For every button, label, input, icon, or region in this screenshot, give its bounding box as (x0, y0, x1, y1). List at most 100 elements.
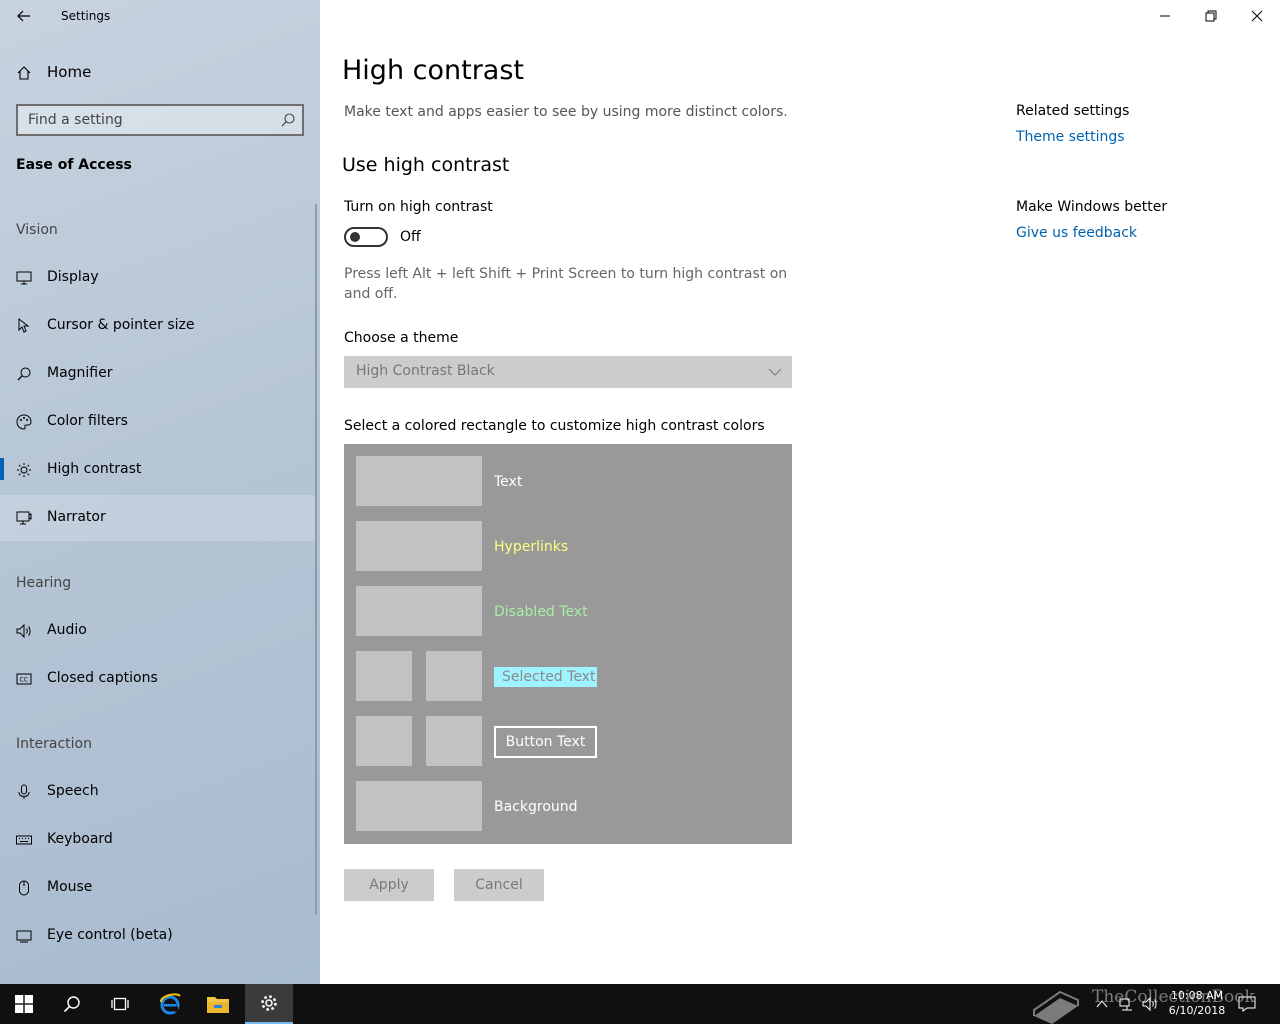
cancel-button[interactable]: Cancel (454, 869, 544, 901)
sidebar-item-label: Cursor & pointer size (47, 317, 195, 333)
tray-time: 10:08 AM (1170, 989, 1224, 1002)
sidebar-item-closed-captions[interactable]: CC Closed captions (0, 656, 316, 702)
chevron-down-icon (768, 368, 782, 376)
search-icon (63, 996, 80, 1013)
back-button[interactable] (8, 4, 40, 28)
button-text-fg-swatch[interactable] (356, 716, 412, 766)
sidebar-item-label: Display (47, 269, 99, 285)
close-icon (1251, 10, 1263, 22)
related-settings: Related settings Theme settings (1016, 103, 1129, 145)
selected-text-bg-swatch[interactable] (426, 651, 482, 701)
sidebar-scrollbar[interactable] (315, 204, 317, 914)
sidebar-item-color-filters[interactable]: Color filters (0, 399, 316, 445)
sidebar-item-label: Color filters (47, 413, 128, 429)
theme-dropdown-value: High Contrast Black (356, 363, 495, 379)
page-title: High contrast (342, 55, 524, 86)
sidebar-item-label: Narrator (47, 509, 106, 525)
restore-button[interactable] (1188, 0, 1234, 32)
sidebar-item-label: High contrast (47, 461, 142, 477)
taskbar: TheCollectionBook 10:08 AM 6/10/2018 (0, 984, 1280, 1024)
hyperlinks-color-swatch[interactable] (356, 521, 482, 571)
network-icon[interactable] (1118, 996, 1134, 1012)
toggle-label: Turn on high contrast (344, 199, 493, 215)
sidebar-item-label: Audio (47, 622, 87, 638)
color-palette: Text Hyperlinks Disabled Text Selected T… (344, 444, 792, 844)
volume-icon[interactable] (1142, 996, 1158, 1012)
sidebar-item-speech[interactable]: Speech (0, 769, 316, 815)
keyboard-icon (16, 835, 32, 845)
cursor-icon (18, 318, 30, 333)
disabled-text-color-swatch[interactable] (356, 586, 482, 636)
mouse-icon (19, 880, 29, 896)
sidebar-item-display[interactable]: Display (0, 255, 316, 301)
palette-disabled-text-label: Disabled Text (494, 604, 588, 620)
make-windows-better: Make Windows better Give us feedback (1016, 199, 1167, 241)
theme-dropdown[interactable]: High Contrast Black (344, 356, 792, 388)
minimize-button[interactable] (1142, 0, 1188, 32)
give-feedback-link[interactable]: Give us feedback (1016, 225, 1167, 241)
restore-icon (1205, 10, 1217, 22)
search-input[interactable] (18, 106, 268, 134)
minimize-icon (1160, 15, 1170, 17)
internet-explorer-icon (160, 993, 181, 1015)
display-icon (16, 271, 32, 285)
search-box[interactable] (16, 104, 304, 136)
apply-button[interactable]: Apply (344, 869, 434, 901)
sidebar-item-label: Magnifier (47, 365, 113, 381)
sidebar-item-eye-control[interactable]: Eye control (beta) (0, 913, 316, 959)
sidebar-item-audio[interactable]: Audio (0, 608, 316, 654)
settings-taskbar-button[interactable] (245, 984, 293, 1024)
edge-browser-button[interactable] (146, 984, 194, 1024)
shortcut-hint: Press left Alt + left Shift + Print Scre… (344, 266, 788, 302)
taskbar-search-button[interactable] (48, 984, 96, 1024)
section-title: Ease of Access (16, 157, 132, 173)
folder-icon (207, 997, 229, 1013)
palette-text-label: Text (494, 474, 523, 490)
sidebar: Settings Home Ease of Access Vision Disp… (0, 0, 320, 984)
sidebar-item-high-contrast[interactable]: High contrast (0, 447, 316, 493)
task-view-icon (111, 997, 129, 1011)
palette-hyperlinks-label: Hyperlinks (494, 539, 569, 555)
selected-text-fg-swatch[interactable] (356, 651, 412, 701)
sidebar-item-label: Eye control (beta) (47, 927, 173, 943)
palette-selected-text-label: Selected Text (494, 667, 597, 687)
narrator-icon (16, 511, 32, 525)
palette-background-label: Background (494, 799, 578, 815)
button-text-bg-swatch[interactable] (426, 716, 482, 766)
chevron-up-icon[interactable] (1096, 998, 1108, 1010)
group-label-interaction: Interaction (16, 736, 92, 752)
search-icon[interactable] (280, 112, 296, 128)
text-color-swatch[interactable] (356, 456, 482, 506)
theme-settings-link[interactable]: Theme settings (1016, 129, 1129, 145)
cc-icon: CC (16, 673, 32, 685)
sidebar-item-magnifier[interactable]: Magnifier (0, 351, 316, 397)
high-contrast-toggle[interactable] (344, 227, 388, 247)
sidebar-item-label: Home (47, 63, 92, 81)
app-title: Settings (61, 9, 111, 23)
tray-clock[interactable]: 10:08 AM 6/10/2018 (1164, 988, 1230, 1018)
start-button[interactable] (0, 984, 48, 1024)
sidebar-item-mouse[interactable]: Mouse (0, 865, 316, 911)
action-center-icon[interactable] (1238, 996, 1256, 1012)
magnifier-icon (17, 367, 31, 381)
make-windows-better-heading: Make Windows better (1016, 199, 1168, 215)
sun-icon (17, 463, 31, 477)
book-logo-icon (1033, 990, 1079, 1024)
task-view-button[interactable] (96, 984, 144, 1024)
sidebar-item-home[interactable]: Home (0, 56, 320, 90)
title-bar: Settings (0, 0, 320, 32)
microphone-icon (18, 784, 30, 799)
sidebar-item-label: Keyboard (47, 831, 113, 847)
page-description: Make text and apps easier to see by usin… (344, 104, 788, 120)
sidebar-item-cursor-pointer-size[interactable]: Cursor & pointer size (0, 303, 316, 349)
palette-icon (16, 414, 32, 430)
background-color-swatch[interactable] (356, 781, 482, 831)
sidebar-item-keyboard[interactable]: Keyboard (0, 817, 316, 863)
tray-date: 6/10/2018 (1168, 1004, 1226, 1017)
close-button[interactable] (1234, 0, 1280, 32)
home-icon (17, 66, 31, 80)
toggle-knob (350, 232, 360, 242)
sidebar-item-label: Closed captions (47, 670, 158, 686)
file-explorer-button[interactable] (194, 984, 242, 1024)
sidebar-item-narrator[interactable]: Narrator (0, 495, 316, 541)
